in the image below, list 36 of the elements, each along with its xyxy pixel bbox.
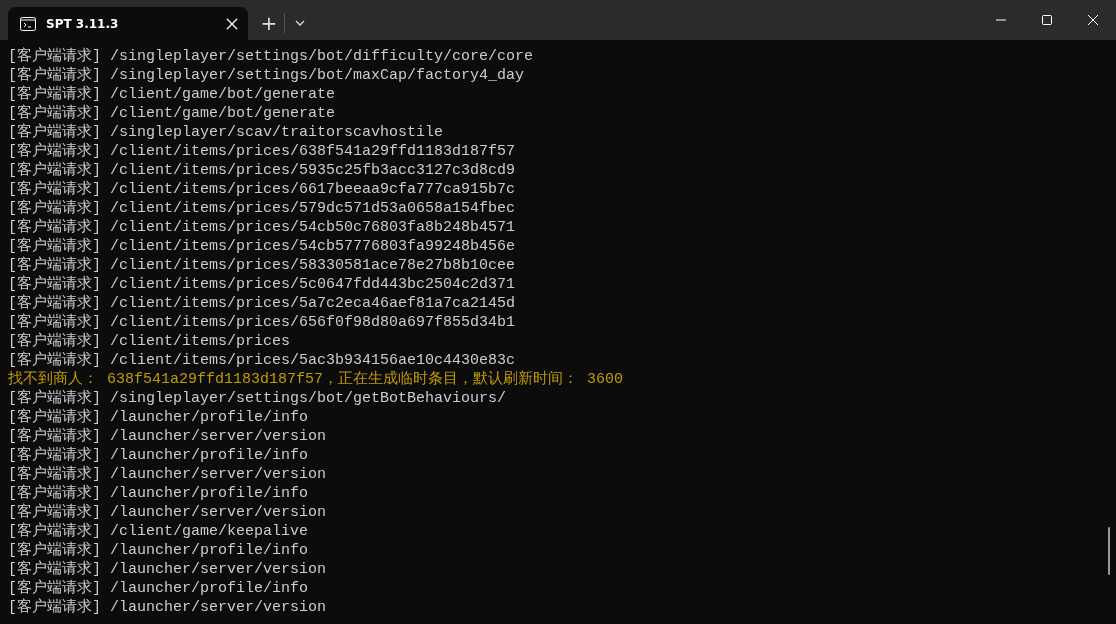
warning-line: 找不到商人： 638f541a29ffd1183d187f57，正在生成临时条目，默认刷新时间： 3600 bbox=[8, 370, 624, 389]
new-tab-button[interactable]: + bbox=[254, 9, 284, 37]
log-line: [客户端请求] /client/items/prices/656f0f98d80a697f855d34b1 bbox=[8, 313, 516, 332]
close-tab-icon[interactable] bbox=[226, 17, 238, 30]
log-line: [客户端请求] /launcher/server/version bbox=[8, 503, 327, 522]
log-line: [客户端请求] /client/game/bot/generate bbox=[8, 85, 336, 104]
log-line: [客户端请求] /client/items/prices/6617beeaa9cfa777ca915b7c bbox=[8, 180, 516, 199]
log-line: [客户端请求] /client/items/prices/5c0647fdd443bc2504c2d371 bbox=[8, 275, 516, 294]
log-line: [客户端请求] /client/items/prices/54cb50c76803fa8b248b4571 bbox=[8, 218, 516, 237]
tab-title: SPT 3.11.3 bbox=[46, 15, 120, 33]
log-line: [客户端请求] /client/game/bot/generate bbox=[8, 104, 336, 123]
log-line: [客户端请求] /client/items/prices/579dc571d53a0658a154fbec bbox=[8, 199, 516, 218]
log-line: [客户端请求] /launcher/profile/info bbox=[8, 484, 309, 503]
log-line: [客户端请求] /client/items/prices/5ac3b934156ae10c4430e83c bbox=[8, 351, 516, 370]
log-line: [客户端请求] /client/items/prices/638f541a29ffd1183d187f57 bbox=[8, 142, 516, 161]
scrollbar-thumb[interactable] bbox=[1108, 527, 1110, 575]
log-line: [客户端请求] /client/items/prices/5a7c2eca46aef81a7ca2145d bbox=[8, 294, 516, 313]
log-line: [客户端请求] /singleplayer/settings/bot/getBotBehaviours/ bbox=[8, 389, 507, 408]
log-line: [客户端请求] /launcher/server/version bbox=[8, 465, 327, 484]
log-line: [客户端请求] /launcher/server/version bbox=[8, 598, 327, 617]
log-line: [客户端请求] /client/game/keepalive bbox=[8, 522, 309, 541]
log-line: [客户端请求] /client/items/prices bbox=[8, 332, 291, 351]
console-icon bbox=[20, 16, 36, 31]
log-line: [客户端请求] /launcher/server/version bbox=[8, 560, 327, 579]
log-line: [客户端请求] /client/items/prices/5935c25fb3acc3127c3d8cd9 bbox=[8, 161, 516, 180]
log-line: [客户端请求] /client/items/prices/54cb57776803fa99248b456e bbox=[8, 237, 516, 256]
log-line: [客户端请求] /singleplayer/settings/bot/maxCap/factory4_day bbox=[8, 66, 525, 85]
log-line: [客户端请求] /client/items/prices/58330581ace78e27b8b10cee bbox=[8, 256, 516, 275]
log-line: [客户端请求] /launcher/profile/info bbox=[8, 408, 309, 427]
log-line: [客户端请求] /launcher/profile/info bbox=[8, 541, 309, 560]
log-line: [客户端请求] /launcher/server/version bbox=[8, 427, 327, 446]
log-line: [客户端请求] /launcher/profile/info bbox=[8, 579, 309, 598]
log-line: [客户端请求] /singleplayer/scav/traitorscavhostile bbox=[8, 123, 444, 142]
log-line: [客户端请求] /singleplayer/settings/bot/difficulty/core/core bbox=[8, 47, 534, 66]
terminal-tab[interactable]: SPT 3.11.3 bbox=[8, 7, 248, 40]
log-line: [客户端请求] /launcher/profile/info bbox=[8, 446, 309, 465]
